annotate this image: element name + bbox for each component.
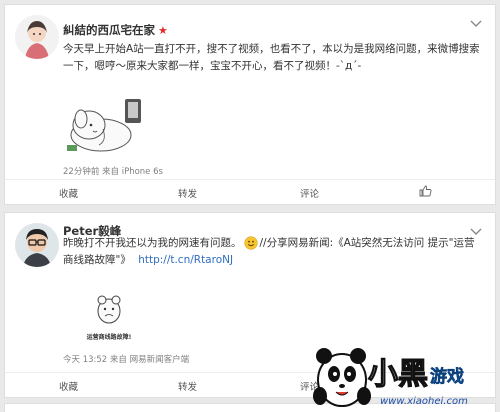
short-link[interactable]: http://t.cn/RtaroNJ <box>138 254 233 266</box>
collect-button[interactable]: 收藏 <box>59 186 78 200</box>
watermark-url: www.xiaohei.com <box>380 396 468 407</box>
error-mascot-icon <box>79 289 139 329</box>
avatar[interactable] <box>15 223 59 267</box>
smiley-emoji-icon <box>243 236 258 250</box>
panda-logo-icon <box>313 348 371 407</box>
post-image-thumbnail[interactable]: 运营商线路故障! <box>79 289 139 341</box>
weibo-post: 糾結的西瓜宅在家 ★ 今天早上开始A站一直打不开，搜不了视频，也看不了，本以为是… <box>4 4 496 205</box>
post-meta: 今天 13:52 来自 网易新闻客户端 <box>63 355 190 365</box>
watermark-brand-suffix: 游戏 <box>430 366 464 387</box>
action-bar: 收藏 转发 评论 <box>5 179 495 204</box>
post-image-cartoon[interactable] <box>63 85 147 157</box>
chevron-down-icon[interactable] <box>469 19 483 29</box>
like-icon[interactable] <box>419 185 432 197</box>
comment-button[interactable]: 评论 <box>300 186 319 200</box>
author-name-text[interactable]: 糾結的西瓜宅在家 <box>63 22 155 38</box>
watermark-brand: 小黑 <box>368 357 428 392</box>
post-text: 昨晚打不开我还以为我的网速有问题。 //分享网易新闻:《A站突然无法访问 提示"… <box>63 235 483 269</box>
post-text-part1: 昨晚打不开我还以为我的网速有问题。 <box>63 237 242 249</box>
author-name[interactable]: 糾結的西瓜宅在家 ★ <box>63 22 168 38</box>
post-text: 今天早上开始A站一直打不开，搜不了视频，也看不了，本以为是我网络问题，来微博搜索… <box>63 43 480 72</box>
repost-button[interactable]: 转发 <box>178 186 197 200</box>
collect-button[interactable]: 收藏 <box>59 379 78 393</box>
star-icon: ★ <box>158 23 168 37</box>
site-watermark: 小黑 游戏 www.xiaohei.com <box>313 348 468 407</box>
image-caption: 运营商线路故障! <box>86 334 132 341</box>
avatar[interactable] <box>15 15 59 59</box>
post-meta: 22分钟前 来自 iPhone 6s <box>63 167 163 177</box>
repost-button[interactable]: 转发 <box>178 379 197 393</box>
